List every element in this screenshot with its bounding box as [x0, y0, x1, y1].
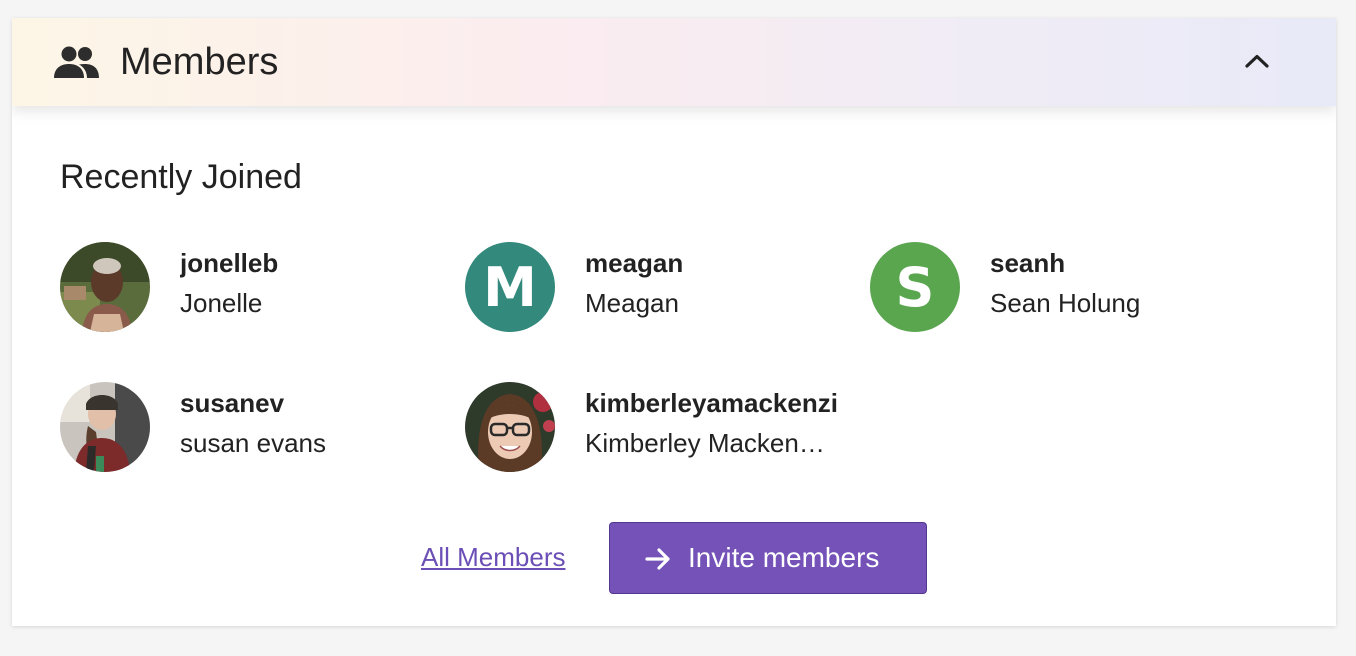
member-username: kimberleyamackenzi — [585, 388, 838, 418]
member-username: susanev — [180, 388, 285, 418]
member-username: meagan — [585, 248, 684, 278]
invite-members-button[interactable]: Invite members — [609, 522, 927, 594]
avatar-photo-jonelleb — [60, 242, 150, 332]
member-item-jonelleb[interactable]: jonelleb Jonelle — [60, 242, 460, 334]
member-fullname: susan evans — [180, 428, 326, 458]
panel-title: Members — [120, 41, 279, 83]
members-card: Members Recently Joined jonelleb Jonelle — [12, 18, 1336, 626]
member-fullname: Meagan — [585, 288, 679, 318]
member-item-kimberleyamackenzi[interactable]: kimberleyamackenzi Kimberley Macken… — [465, 382, 865, 474]
avatar[interactable] — [60, 382, 150, 472]
member-username: jonelleb — [180, 248, 279, 278]
member-item-meagan[interactable]: M meagan Meagan — [465, 242, 865, 334]
member-username: seanh — [990, 248, 1066, 278]
avatar[interactable]: M — [465, 242, 555, 332]
member-fullname: Jonelle — [180, 288, 263, 318]
all-members-link[interactable]: All Members — [421, 540, 565, 574]
avatar[interactable]: S — [870, 242, 960, 332]
member-fullname: Kimberley Macken… — [585, 428, 825, 458]
section-title: Recently Joined — [60, 158, 302, 196]
avatar-photo-kimberleyamackenzi — [465, 382, 555, 472]
people-icon — [54, 46, 99, 78]
chevron-up-icon — [1245, 54, 1269, 68]
invite-members-label: Invite members — [688, 542, 880, 573]
members-header[interactable]: Members — [12, 18, 1336, 106]
member-item-seanh[interactable]: S seanh Sean Holung — [870, 242, 1270, 334]
collapse-button[interactable] — [1240, 44, 1274, 78]
avatar[interactable] — [60, 242, 150, 332]
avatar-photo-susanev — [60, 382, 150, 472]
member-fullname: Sean Holung — [990, 288, 1141, 318]
avatar[interactable] — [465, 382, 555, 472]
member-item-susanev[interactable]: susanev susan evans — [60, 382, 460, 474]
arrow-right-icon — [645, 548, 670, 570]
